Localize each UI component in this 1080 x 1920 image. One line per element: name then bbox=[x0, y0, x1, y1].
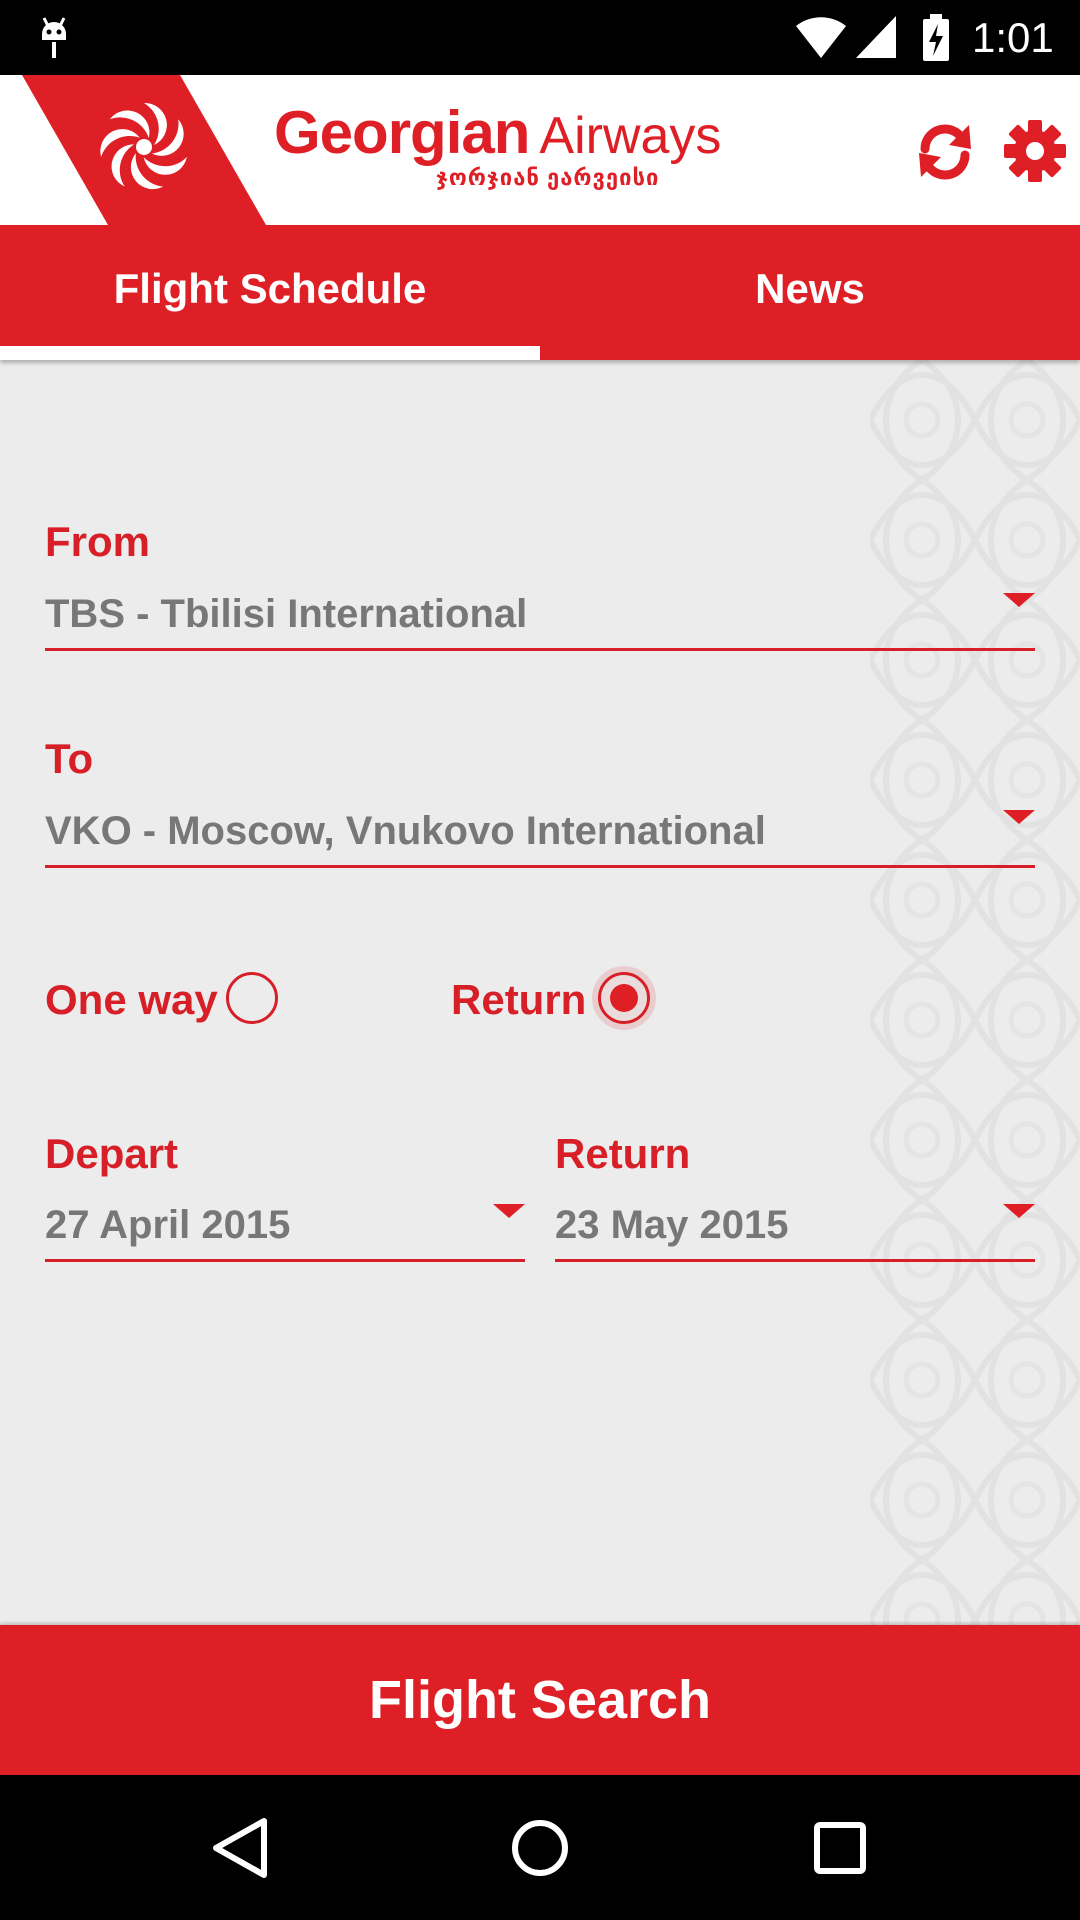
dropdown-arrow-icon bbox=[1003, 593, 1035, 607]
brand-name-light: Airways bbox=[539, 107, 722, 165]
from-dropdown[interactable]: TBS - Tbilisi International bbox=[45, 585, 1035, 651]
refresh-button[interactable] bbox=[913, 119, 977, 183]
return-trip-label[interactable]: Return bbox=[451, 976, 586, 1024]
battery-charging-icon bbox=[923, 14, 949, 61]
depart-date-dropdown[interactable]: 27 April 2015 bbox=[45, 1196, 525, 1262]
app-header: Georgian Airways ჯორჯიან ეარვეისი bbox=[0, 75, 1080, 225]
tab-news[interactable]: News bbox=[540, 225, 1080, 360]
tab-bar: Flight Schedule News bbox=[0, 225, 1080, 360]
android-notification-icon bbox=[42, 17, 66, 58]
cell-signal-icon bbox=[856, 16, 896, 58]
dropdown-arrow-icon bbox=[1003, 1204, 1035, 1218]
recents-icon[interactable] bbox=[805, 1813, 875, 1883]
flight-schedule-form: From TBS - Tbilisi International To VKO … bbox=[0, 360, 1080, 1625]
back-icon[interactable] bbox=[206, 1813, 276, 1883]
return-date-dropdown[interactable]: 23 May 2015 bbox=[555, 1196, 1035, 1262]
flight-search-button[interactable]: Flight Search bbox=[0, 1625, 1080, 1775]
one-way-radio[interactable] bbox=[226, 972, 278, 1024]
brand-name-bold: Georgian bbox=[274, 99, 530, 166]
status-time: 1:01 bbox=[972, 14, 1054, 61]
celtic-knot-pattern bbox=[870, 360, 1080, 1625]
wifi-icon bbox=[796, 17, 846, 58]
to-value: VKO - Moscow, Vnukovo International bbox=[45, 809, 766, 853]
brand-subtitle: ჯორჯიან ეარვეისი bbox=[436, 165, 660, 190]
to-label: To bbox=[45, 735, 94, 782]
to-dropdown[interactable]: VKO - Moscow, Vnukovo International bbox=[45, 802, 1035, 868]
georgian-airways-logo-icon bbox=[22, 75, 266, 225]
return-trip-radio[interactable] bbox=[598, 972, 650, 1024]
from-label: From bbox=[45, 518, 150, 565]
depart-date-value: 27 April 2015 bbox=[45, 1203, 291, 1247]
brand-name: Georgian Airways bbox=[274, 101, 721, 168]
dropdown-arrow-icon bbox=[1003, 810, 1035, 824]
status-bar: 1:01 bbox=[0, 0, 1080, 75]
return-date-value: 23 May 2015 bbox=[555, 1203, 789, 1247]
home-icon[interactable] bbox=[505, 1813, 575, 1883]
tab-flight-schedule[interactable]: Flight Schedule bbox=[0, 225, 540, 360]
return-date-label: Return bbox=[555, 1130, 691, 1177]
settings-gear-button[interactable] bbox=[1003, 119, 1067, 183]
from-value: TBS - Tbilisi International bbox=[45, 592, 528, 636]
system-nav-bar bbox=[0, 1775, 1080, 1920]
dropdown-arrow-icon bbox=[493, 1204, 525, 1218]
one-way-label[interactable]: One way bbox=[45, 976, 218, 1024]
depart-label: Depart bbox=[45, 1130, 179, 1177]
